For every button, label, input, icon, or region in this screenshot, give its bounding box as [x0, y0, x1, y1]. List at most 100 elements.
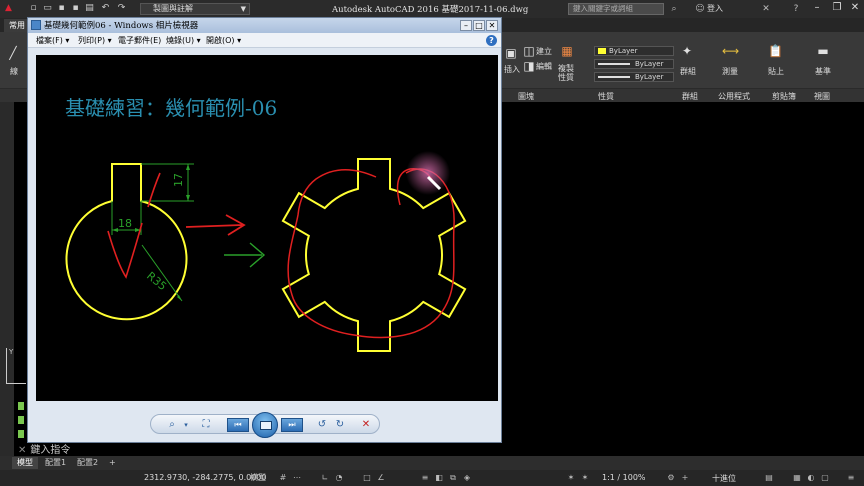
panel-utilities[interactable]: 公用程式: [718, 91, 750, 102]
undo-icon[interactable]: ↶: [100, 3, 111, 14]
add-layout-icon[interactable]: +: [104, 457, 121, 469]
panel-clipboard[interactable]: 剪貼簿: [772, 91, 796, 102]
viewer-minimize-button[interactable]: –: [460, 20, 472, 31]
tab-model[interactable]: 模型: [12, 457, 38, 469]
exchange-icon[interactable]: ✕: [760, 3, 772, 15]
menu-burn[interactable]: 燒錄(U) ▾: [166, 35, 201, 46]
tab-layout2[interactable]: 配置2: [72, 457, 103, 469]
linetype-select[interactable]: ByLayer: [594, 59, 674, 69]
quick-properties-icon[interactable]: ▤: [764, 473, 774, 483]
menu-email[interactable]: 電子郵件(E): [118, 35, 161, 46]
search-icon[interactable]: ⌕: [668, 3, 680, 15]
edit-button-label[interactable]: 編輯: [536, 61, 552, 72]
model-space-button[interactable]: 模型: [246, 473, 270, 483]
panel-properties[interactable]: 性質: [598, 91, 614, 102]
minimize-button[interactable]: –: [806, 0, 828, 16]
rotate-left-icon[interactable]: ↺: [315, 419, 329, 431]
annotation-visibility-icon[interactable]: ✶: [580, 473, 590, 483]
match-properties-label[interactable]: 複製性質: [558, 64, 578, 82]
viewer-close-button[interactable]: ✕: [486, 20, 498, 31]
line-icon[interactable]: ╱: [6, 46, 20, 60]
hardware-acceleration-icon[interactable]: ▦: [792, 473, 802, 483]
help-icon[interactable]: ?: [486, 35, 497, 46]
dim-17-arrow-bottom: [186, 195, 190, 201]
plus-icon[interactable]: +: [680, 473, 690, 483]
menu-print-label: 列印(P): [78, 36, 106, 45]
lineweight-select[interactable]: ByLayer: [594, 72, 674, 82]
selection-cycling-icon[interactable]: ⧉: [448, 473, 458, 483]
3d-osnap-icon[interactable]: ◈: [462, 473, 472, 483]
ortho-icon[interactable]: ∟: [320, 473, 330, 483]
zoom-icon[interactable]: ⌕: [165, 419, 179, 431]
polar-icon[interactable]: ◔: [334, 473, 344, 483]
match-properties-icon[interactable]: ▦: [560, 44, 574, 58]
line-button-label[interactable]: 線: [10, 66, 18, 77]
insert-button-label[interactable]: 插入: [504, 64, 520, 75]
delete-icon[interactable]: ✕: [359, 419, 373, 431]
measure-button-label[interactable]: 測量: [722, 66, 738, 77]
snap-icon[interactable]: ⋯: [292, 473, 302, 483]
tab-layout1[interactable]: 配置1: [40, 457, 71, 469]
rotate-right-icon[interactable]: ↻: [333, 419, 347, 431]
save-icon[interactable]: ▪: [56, 3, 67, 14]
workspace-switch-icon[interactable]: ⚙: [666, 473, 676, 483]
next-button[interactable]: ⏭: [281, 418, 303, 432]
menu-open[interactable]: 開啟(O) ▾: [206, 35, 241, 46]
paste-icon[interactable]: 📋: [768, 44, 783, 58]
close-button[interactable]: ✕: [844, 0, 864, 16]
create-block-icon[interactable]: ◫: [522, 44, 536, 58]
red-arrow: [185, 214, 246, 236]
open-file-icon[interactable]: ▭: [42, 3, 53, 14]
acad-app-icon[interactable]: ▲: [3, 3, 14, 14]
transparency-icon[interactable]: ◧: [434, 473, 444, 483]
measure-icon[interactable]: ⟷: [722, 44, 739, 58]
menu-file[interactable]: 檔案(F) ▾: [36, 35, 69, 46]
group-button-label[interactable]: 群組: [680, 66, 696, 77]
osnap-icon[interactable]: □: [362, 473, 372, 483]
create-button-label[interactable]: 建立: [536, 46, 552, 57]
panel-view[interactable]: 視圖: [814, 91, 830, 102]
grid-icon[interactable]: #: [278, 473, 288, 483]
otrack-icon[interactable]: ∠: [376, 473, 386, 483]
edit-block-icon[interactable]: ◨: [522, 59, 536, 73]
plot-icon[interactable]: ▤: [84, 3, 95, 14]
photo-display[interactable]: 17 18 R35 基礎練習：幾何範例-06: [36, 55, 498, 401]
viewer-title-bar[interactable]: 基礎幾何範例06 - Windows 相片檢視器 – □ ✕: [28, 18, 501, 33]
annotation-scale-icon[interactable]: ✶: [566, 473, 576, 483]
help-icon[interactable]: ?: [790, 3, 802, 15]
base-button-label[interactable]: 基準: [815, 66, 831, 77]
group-icon[interactable]: ✦: [680, 44, 694, 58]
redo-icon[interactable]: ↷: [116, 3, 127, 14]
annotation-scale-readout[interactable]: 1:1 / 100%: [602, 473, 646, 482]
panel-groups[interactable]: 群組: [682, 91, 698, 102]
login-button[interactable]: 登入: [707, 3, 723, 14]
base-view-icon[interactable]: ▬: [816, 44, 830, 58]
panel-block[interactable]: 圖塊: [518, 91, 534, 102]
viewer-maximize-button[interactable]: □: [473, 20, 485, 31]
slideshow-button[interactable]: [252, 412, 278, 438]
new-file-icon[interactable]: ▫: [28, 3, 39, 14]
insert-icon[interactable]: ▣: [504, 46, 518, 60]
user-icon[interactable]: ☺: [694, 3, 706, 15]
photo-heading: 基礎練習：幾何範例-06: [65, 96, 278, 120]
color-select[interactable]: ByLayer: [594, 46, 674, 56]
search-input[interactable]: 鍵入關鍵字或詞組: [568, 3, 664, 15]
ucs-icon: Y: [6, 348, 26, 384]
customization-icon[interactable]: ≡: [846, 473, 856, 483]
menu-print[interactable]: 列印(P) ▾: [78, 35, 112, 46]
workspace-select[interactable]: 製圖與註解 ▼: [140, 3, 250, 15]
cursor-highlight: [406, 151, 450, 195]
close-icon[interactable]: ✕: [18, 445, 26, 456]
paste-button-label[interactable]: 貼上: [768, 66, 784, 77]
lineweight-icon[interactable]: ≡: [420, 473, 430, 483]
command-line[interactable]: ✕ 鍵入指令: [18, 441, 70, 456]
actual-size-icon[interactable]: ⛶: [199, 419, 213, 431]
dim-r35-label: R35: [144, 269, 169, 293]
units-readout[interactable]: 十進位: [712, 473, 736, 484]
chevron-down-icon[interactable]: ▾: [179, 419, 193, 431]
previous-button[interactable]: ⏮: [227, 418, 249, 432]
menu-email-label: 電子郵件(E): [118, 36, 162, 45]
save-as-icon[interactable]: ▪: [70, 3, 81, 14]
isolate-icon[interactable]: ◐: [806, 473, 816, 483]
clean-screen-icon[interactable]: ▢: [820, 473, 830, 483]
